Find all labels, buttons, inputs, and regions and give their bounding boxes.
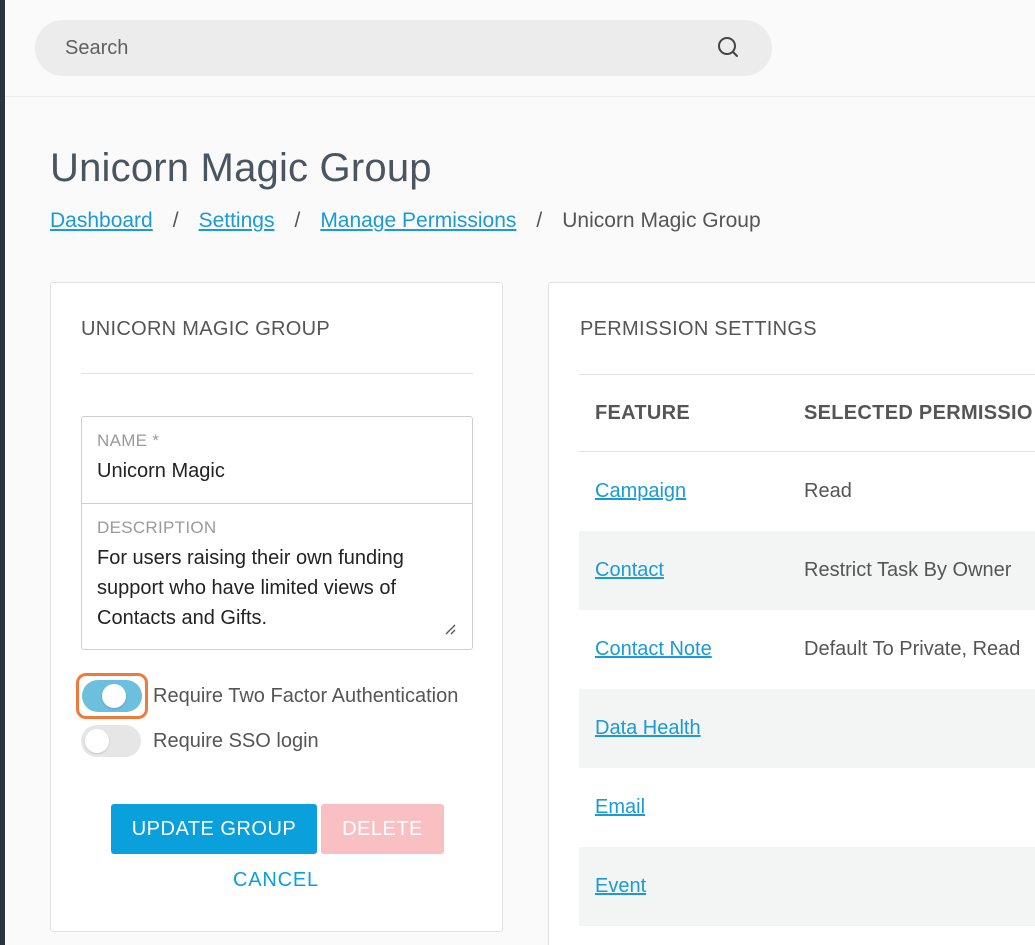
name-label: NAME * <box>97 431 160 450</box>
search-icon[interactable] <box>716 35 742 61</box>
card-divider <box>81 373 473 374</box>
search-input[interactable] <box>65 36 716 60</box>
top-bar <box>5 0 1035 97</box>
sso-row: Require SSO login <box>81 725 319 757</box>
two-factor-row: Require Two Factor Authentication <box>76 673 459 719</box>
toggle-focus-ring <box>76 673 148 719</box>
search-bar[interactable] <box>35 20 772 76</box>
toggle-knob <box>85 729 109 753</box>
permissions-card-heading: PERMISSION SETTINGS <box>580 318 817 340</box>
toggle-knob <box>102 684 126 708</box>
permissions-table: FEATURE SELECTED PERMISSIO Campaign Read… <box>579 374 1035 926</box>
breadcrumb-separator: / <box>294 209 301 232</box>
feature-link-event[interactable]: Event <box>595 875 646 897</box>
two-factor-label: Require Two Factor Authentication <box>153 684 459 707</box>
feature-link-campaign[interactable]: Campaign <box>595 480 686 502</box>
feature-link-contact[interactable]: Contact <box>595 559 664 581</box>
breadcrumb-separator: / <box>536 209 543 232</box>
table-row: Campaign Read <box>579 452 1035 531</box>
permission-settings-card: PERMISSION SETTINGS FEATURE SELECTED PER… <box>548 282 1035 945</box>
update-group-button[interactable]: UPDATE GROUP <box>111 804 317 854</box>
name-input[interactable]: Unicorn Magic <box>97 460 457 483</box>
description-field[interactable]: DESCRIPTION For users raising their own … <box>82 504 472 650</box>
group-details-card: UNICORN MAGIC GROUP NAME * Unicorn Magic… <box>50 282 503 932</box>
table-row: Data Health <box>579 689 1035 768</box>
breadcrumb-current: Unicorn Magic Group <box>562 209 761 232</box>
two-factor-toggle[interactable] <box>82 680 142 712</box>
column-header-feature: FEATURE <box>595 401 691 424</box>
description-textarea[interactable]: For users raising their own funding supp… <box>97 543 457 633</box>
group-form: NAME * Unicorn Magic DESCRIPTION For use… <box>81 416 473 650</box>
cancel-button[interactable]: CANCEL <box>211 865 341 895</box>
table-row: Contact Note Default To Private, Read <box>579 610 1035 689</box>
feature-link-email[interactable]: Email <box>595 796 645 818</box>
table-row: Contact Restrict Task By Owner <box>579 531 1035 610</box>
breadcrumb-manage-permissions[interactable]: Manage Permissions <box>320 209 516 233</box>
group-card-heading: UNICORN MAGIC GROUP <box>81 318 331 340</box>
sso-toggle[interactable] <box>81 725 141 757</box>
permission-value: Default To Private, Read <box>804 638 1021 660</box>
column-header-selected-permission: SELECTED PERMISSIO <box>804 401 1033 424</box>
app-sidebar-edge <box>0 0 5 945</box>
delete-button[interactable]: DELETE <box>321 804 444 854</box>
permission-value: Read <box>804 480 852 502</box>
breadcrumb: Dashboard / Settings / Manage Permission… <box>50 209 761 233</box>
table-row: Event <box>579 847 1035 926</box>
sso-label: Require SSO login <box>153 729 319 752</box>
table-header: FEATURE SELECTED PERMISSIO <box>579 375 1035 452</box>
resize-handle-icon[interactable] <box>444 622 456 635</box>
feature-link-contact-note[interactable]: Contact Note <box>595 638 712 660</box>
description-label: DESCRIPTION <box>97 518 217 537</box>
table-row: Email <box>579 768 1035 847</box>
feature-link-data-health[interactable]: Data Health <box>595 717 701 739</box>
name-field[interactable]: NAME * Unicorn Magic <box>82 417 472 504</box>
breadcrumb-dashboard[interactable]: Dashboard <box>50 209 153 233</box>
permission-value: Restrict Task By Owner <box>804 559 1012 581</box>
breadcrumb-separator: / <box>172 209 179 232</box>
breadcrumb-settings[interactable]: Settings <box>199 209 275 233</box>
page-title: Unicorn Magic Group <box>50 146 432 190</box>
